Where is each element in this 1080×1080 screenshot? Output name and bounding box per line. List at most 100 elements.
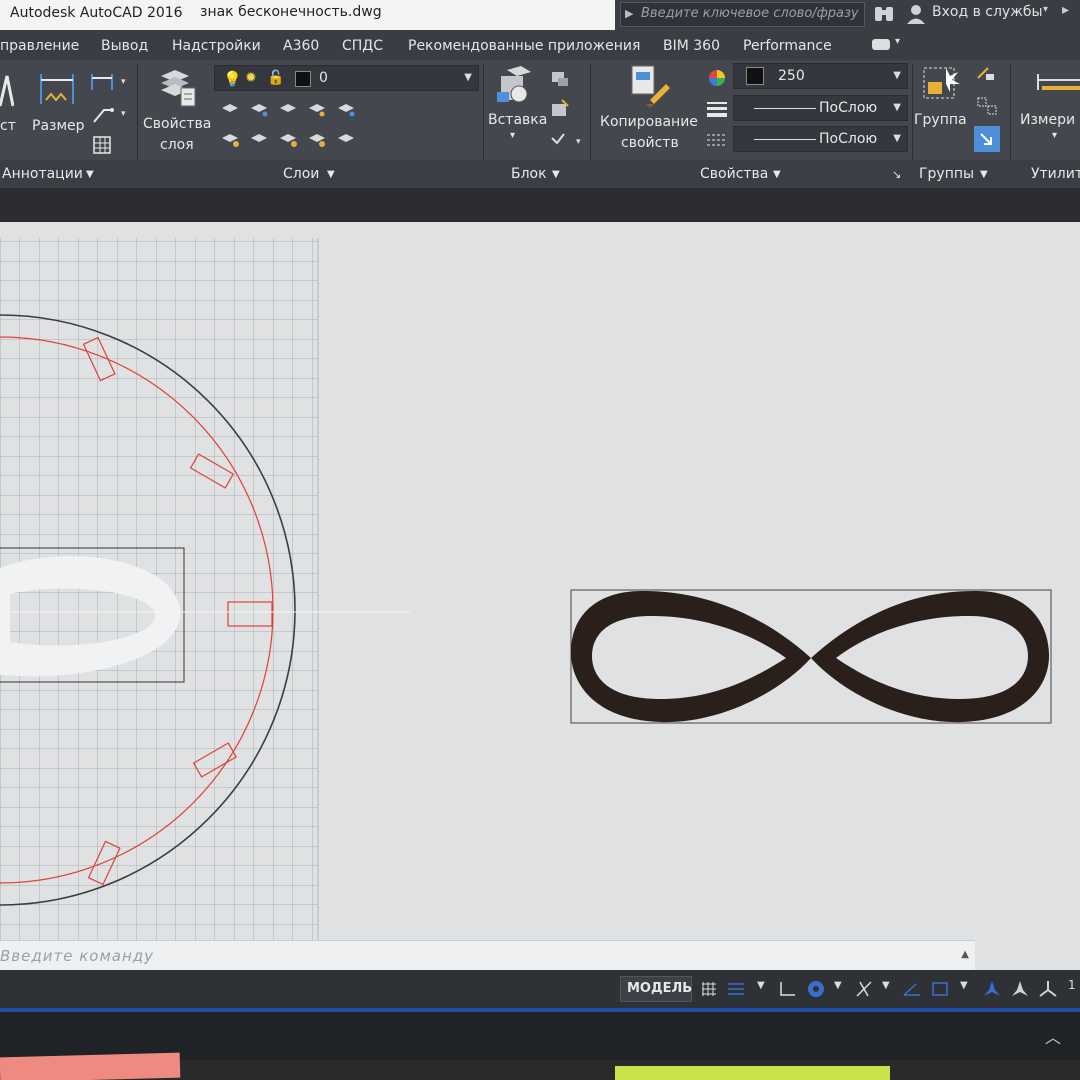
panel-layers-label[interactable]: Слои bbox=[283, 166, 319, 182]
ribbon-toggle-caret-icon[interactable]: ▾ bbox=[895, 36, 900, 47]
insert-block-icon[interactable] bbox=[495, 64, 537, 106]
isodraft-icon[interactable] bbox=[854, 978, 874, 1000]
tab-addins[interactable]: Надстройки bbox=[172, 38, 261, 54]
measure-caret-icon[interactable]: ▾ bbox=[1052, 130, 1057, 141]
user-icon[interactable] bbox=[906, 3, 926, 25]
match-properties-label-2[interactable]: свойств bbox=[621, 135, 679, 151]
status-bar: МОДЕЛЬ ▼ ▼ ▼ ▼ 1 bbox=[0, 970, 1080, 1008]
sign-in-button[interactable]: Вход в службы bbox=[932, 4, 1043, 20]
panel-utilities-label[interactable]: Утилит bbox=[1031, 166, 1080, 182]
panel-layers-caret-icon[interactable]: ▼ bbox=[327, 169, 335, 180]
measure-icon[interactable] bbox=[1036, 70, 1080, 94]
lineweight-dropdown[interactable]: ПоСлою ▼ bbox=[733, 95, 908, 121]
panel-groups-caret-icon[interactable]: ▼ bbox=[980, 169, 988, 180]
linetype-value: ПоСлою bbox=[819, 131, 878, 147]
group-button[interactable]: Группа bbox=[914, 112, 967, 128]
grid-display-icon[interactable] bbox=[700, 978, 720, 1000]
layer-properties-label-1[interactable]: Свойства bbox=[143, 116, 211, 132]
lineweight-icon bbox=[707, 102, 727, 117]
drawing-svg[interactable] bbox=[0, 222, 1080, 940]
tab-featured-apps[interactable]: Рекомендованные приложения bbox=[408, 38, 640, 54]
auto-scale-icon[interactable] bbox=[1010, 978, 1030, 1000]
annotation-visibility-icon[interactable] bbox=[982, 978, 1002, 1000]
object-snap-tracking-icon[interactable] bbox=[902, 978, 922, 1000]
layer-properties-label-2[interactable]: слоя bbox=[160, 137, 194, 153]
command-history-icon[interactable]: ▲ bbox=[961, 949, 969, 960]
linetype-preview bbox=[754, 139, 816, 140]
ortho-icon[interactable] bbox=[778, 978, 798, 1000]
panel-block-label[interactable]: Блок bbox=[511, 166, 547, 182]
tab-a360[interactable]: А360 bbox=[283, 38, 319, 54]
linear-dim-icon[interactable]: ▾ bbox=[90, 72, 130, 92]
match-properties-icon[interactable] bbox=[628, 64, 672, 108]
lock-icon: 🔓 bbox=[267, 70, 285, 86]
layer-color-swatch bbox=[295, 71, 311, 87]
ribbon-panel-labels: Аннотации ▼ Слои ▼ Блок ▼ Свойства ▼ ↘ Г… bbox=[0, 160, 1080, 188]
properties-dialog-launcher-icon[interactable]: ↘ bbox=[892, 168, 901, 181]
snap-mode-icon[interactable] bbox=[726, 978, 746, 1000]
panel-block-caret-icon[interactable]: ▼ bbox=[552, 169, 560, 180]
infinity-sign bbox=[570, 590, 1050, 723]
search-expand-icon[interactable]: ▶ bbox=[625, 7, 633, 20]
drawing-canvas[interactable] bbox=[0, 222, 1080, 940]
insert-button[interactable]: Вставка bbox=[488, 112, 547, 128]
tab-spds[interactable]: СПДС bbox=[342, 38, 383, 54]
chevron-up-icon[interactable]: ︿ bbox=[1045, 1024, 1061, 1048]
linetype-icon bbox=[707, 134, 727, 146]
tab-manage[interactable]: правление bbox=[0, 38, 79, 54]
table-icon[interactable] bbox=[93, 136, 111, 154]
command-input[interactable]: Введите команду bbox=[0, 947, 154, 965]
command-line[interactable]: Введите команду ▲ bbox=[0, 940, 975, 970]
sign-in-caret-icon[interactable]: ▾ bbox=[1043, 4, 1048, 15]
polar-caret-icon[interactable]: ▼ bbox=[834, 980, 842, 991]
scale-value[interactable]: 1 bbox=[1068, 978, 1076, 992]
panel-annotation-caret-icon[interactable]: ▼ bbox=[86, 169, 94, 180]
annotation-scale-icon[interactable] bbox=[1038, 978, 1058, 1000]
binoculars-icon[interactable] bbox=[873, 4, 895, 24]
layer-properties-icon[interactable] bbox=[157, 66, 197, 108]
text-button[interactable]: ст bbox=[0, 118, 16, 134]
layer-dropdown[interactable]: 💡 ✹ 🔓 0 ▼ bbox=[214, 65, 479, 91]
insert-caret-icon[interactable]: ▾ bbox=[510, 130, 515, 141]
color-value: 250 bbox=[778, 68, 805, 84]
color-dropdown[interactable]: 250 ▼ bbox=[733, 63, 908, 89]
block-tools-icons[interactable]: ▾ bbox=[548, 68, 588, 152]
layer-tools-icon-grid[interactable] bbox=[218, 98, 368, 156]
text-icon[interactable] bbox=[0, 72, 14, 108]
ribbon-toggle-button[interactable] bbox=[872, 39, 890, 50]
svg-text:▾: ▾ bbox=[121, 109, 126, 119]
object-snap-icon[interactable] bbox=[930, 978, 950, 1000]
search-input[interactable]: ▶ Введите ключевое слово/фразу bbox=[620, 2, 865, 27]
panel-groups-label[interactable]: Группы bbox=[919, 166, 974, 182]
leader-icon[interactable]: ▾ bbox=[90, 104, 130, 124]
measure-button[interactable]: Измери bbox=[1020, 112, 1075, 128]
polar-tracking-icon[interactable] bbox=[806, 978, 826, 1000]
dimension-button[interactable]: Размер bbox=[32, 118, 85, 134]
green-sticky-note bbox=[615, 1066, 890, 1080]
osnap-caret-icon[interactable]: ▼ bbox=[960, 980, 968, 991]
layer-dropdown-caret-icon: ▼ bbox=[464, 72, 472, 83]
group-icon[interactable] bbox=[920, 64, 962, 106]
panel-properties-label[interactable]: Свойства bbox=[700, 166, 768, 182]
group-tools-icons[interactable] bbox=[974, 64, 1000, 156]
ribbon-tabs: правление Вывод Надстройки А360 СПДС Рек… bbox=[0, 30, 1080, 60]
lineweight-value: ПоСлою bbox=[819, 100, 878, 116]
match-properties-label-1[interactable]: Копирование bbox=[600, 114, 698, 130]
panel-annotation-label[interactable]: Аннотации bbox=[2, 166, 83, 182]
isodraft-caret-icon[interactable]: ▼ bbox=[882, 980, 890, 991]
dimension-icon[interactable] bbox=[38, 70, 76, 108]
model-space-button[interactable]: МОДЕЛЬ bbox=[620, 976, 692, 1002]
pink-sticky-note bbox=[0, 1052, 181, 1080]
more-caret-icon[interactable]: ▸ bbox=[1062, 2, 1069, 18]
canvas-edge bbox=[975, 940, 1080, 970]
color-wheel-icon bbox=[709, 70, 725, 86]
panel-properties-caret-icon[interactable]: ▼ bbox=[773, 169, 781, 180]
tab-performance[interactable]: Performance bbox=[743, 38, 832, 54]
snap-caret-icon[interactable]: ▼ bbox=[757, 980, 765, 991]
document-title: знак бесконечность.dwg bbox=[200, 4, 382, 20]
linetype-dropdown[interactable]: ПоСлою ▼ bbox=[733, 126, 908, 152]
linetype-dropdown-caret-icon: ▼ bbox=[893, 133, 901, 144]
app-title: Autodesk AutoCAD 2016 bbox=[10, 5, 183, 21]
tab-bim360[interactable]: BIM 360 bbox=[663, 38, 720, 54]
tab-output[interactable]: Вывод bbox=[101, 38, 148, 54]
